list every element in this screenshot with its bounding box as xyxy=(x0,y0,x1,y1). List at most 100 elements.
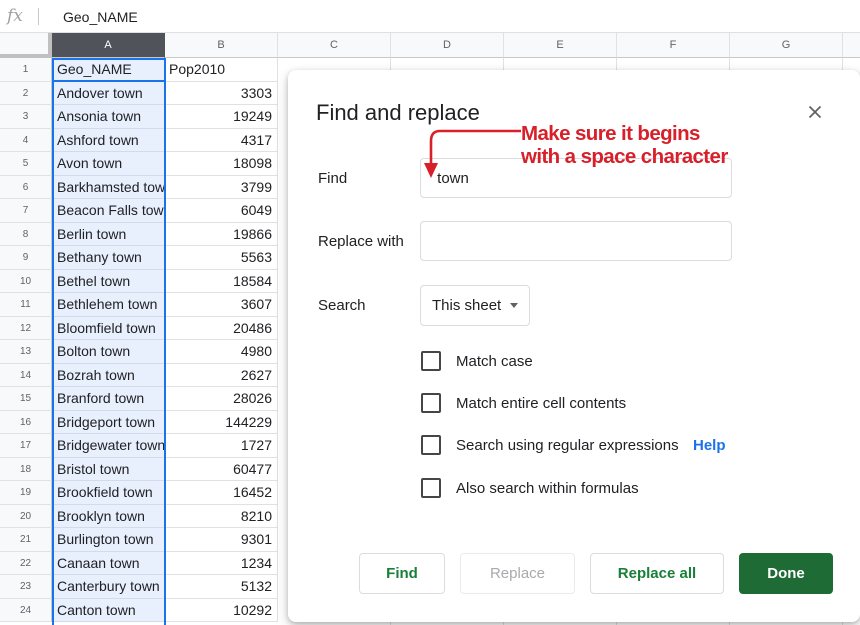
row-header[interactable]: 20 xyxy=(0,504,52,528)
row-header[interactable]: 6 xyxy=(0,175,52,199)
column-header-next[interactable] xyxy=(843,33,860,58)
cell-geo-name[interactable]: Bristol town xyxy=(52,457,165,481)
row-header[interactable]: 24 xyxy=(0,598,52,622)
cell-pop2010[interactable]: 5563 xyxy=(165,246,278,270)
row-header[interactable]: 1 xyxy=(0,58,52,82)
cell-geo-name[interactable]: Bethlehem town xyxy=(52,293,165,317)
cell-geo-name[interactable]: Canterbury town xyxy=(52,575,165,599)
row-header[interactable]: 3 xyxy=(0,105,52,129)
cell-geo-name[interactable]: Bridgewater town xyxy=(52,434,165,458)
replace-button[interactable]: Replace xyxy=(460,553,575,594)
cell-pop2010[interactable]: 18098 xyxy=(165,152,278,176)
cell-geo-name[interactable]: Bethany town xyxy=(52,246,165,270)
row-header[interactable]: 14 xyxy=(0,363,52,387)
cell-geo-name[interactable]: Bloomfield town xyxy=(52,316,165,340)
cell-geo-name[interactable]: Beacon Falls town xyxy=(52,199,165,223)
cell-pop2010[interactable]: 20486 xyxy=(165,316,278,340)
cell-geo-name[interactable]: Brookfield town xyxy=(52,481,165,505)
annotation-arrow-icon xyxy=(424,129,521,178)
cell-geo-name[interactable]: Bozrah town xyxy=(52,363,165,387)
column-header-g[interactable]: G xyxy=(730,33,843,58)
cell-geo-name[interactable]: Canton town xyxy=(52,598,165,622)
match-entire-checkbox[interactable] xyxy=(421,393,441,413)
cell-geo-name[interactable]: Ansonia town xyxy=(52,105,165,129)
column-header-e[interactable]: E xyxy=(504,33,617,58)
search-scope-value: This sheet xyxy=(432,297,502,314)
cell-geo-name[interactable]: Branford town xyxy=(52,387,165,411)
row-header[interactable]: 8 xyxy=(0,222,52,246)
cell-pop2010[interactable]: 8210 xyxy=(165,504,278,528)
cell-pop2010[interactable]: 5132 xyxy=(165,575,278,599)
cell-pop2010[interactable]: 19866 xyxy=(165,222,278,246)
cell-pop2010[interactable]: 10292 xyxy=(165,598,278,622)
cell-pop2010[interactable]: 28026 xyxy=(165,387,278,411)
regex-label: Search using regular expressions xyxy=(456,437,679,454)
row-header[interactable]: 11 xyxy=(0,293,52,317)
cell-pop2010[interactable]: 60477 xyxy=(165,457,278,481)
annotation-line-2: with a space character xyxy=(521,145,728,168)
regex-help-link[interactable]: Help xyxy=(693,437,726,454)
row-header[interactable]: 15 xyxy=(0,387,52,411)
cell-geo-name[interactable]: Berlin town xyxy=(52,222,165,246)
close-button[interactable] xyxy=(803,100,827,124)
cell-pop2010[interactable]: 1234 xyxy=(165,551,278,575)
cell-geo-name[interactable]: Bridgeport town xyxy=(52,410,165,434)
cell-geo-name[interactable]: Burlington town xyxy=(52,528,165,552)
cell-pop2010[interactable]: 1727 xyxy=(165,434,278,458)
cell-pop2010[interactable]: 9301 xyxy=(165,528,278,552)
cell-pop2010[interactable]: 3607 xyxy=(165,293,278,317)
column-header-f[interactable]: F xyxy=(617,33,730,58)
search-scope-dropdown[interactable]: This sheet xyxy=(420,285,530,326)
regex-checkbox[interactable] xyxy=(421,435,441,455)
cell-pop2010[interactable]: 6049 xyxy=(165,199,278,223)
cell-pop2010[interactable]: 16452 xyxy=(165,481,278,505)
replace-with-input[interactable] xyxy=(420,221,732,261)
row-header[interactable]: 16 xyxy=(0,410,52,434)
cell-geo-name[interactable]: Canaan town xyxy=(52,551,165,575)
cell-geo-name[interactable]: Ashford town xyxy=(52,128,165,152)
match-case-checkbox[interactable] xyxy=(421,351,441,371)
row-header[interactable]: 7 xyxy=(0,199,52,223)
column-header-d[interactable]: D xyxy=(391,33,504,58)
row-header[interactable]: 21 xyxy=(0,528,52,552)
cell-pop2010[interactable]: 3303 xyxy=(165,81,278,105)
row-header[interactable]: 18 xyxy=(0,457,52,481)
cell-geo-name[interactable]: Andover town xyxy=(52,81,165,105)
formula-bar-divider xyxy=(38,8,39,25)
formula-bar-value[interactable]: Geo_NAME xyxy=(63,9,138,25)
cell-pop2010[interactable]: 2627 xyxy=(165,363,278,387)
cell-geo-name[interactable]: Brooklyn town xyxy=(52,504,165,528)
row-header[interactable]: 2 xyxy=(0,81,52,105)
row-header[interactable]: 4 xyxy=(0,128,52,152)
cell-pop2010[interactable]: 4317 xyxy=(165,128,278,152)
column-header-b[interactable]: B xyxy=(165,33,278,58)
column-header-a[interactable]: A xyxy=(52,33,165,58)
select-all-corner[interactable] xyxy=(0,33,52,58)
row-header[interactable]: 10 xyxy=(0,269,52,293)
annotation-callout: Make sure it begins with a space charact… xyxy=(521,122,728,168)
row-header[interactable]: 17 xyxy=(0,434,52,458)
cell-pop2010[interactable]: 144229 xyxy=(165,410,278,434)
cell-geo-name[interactable]: Bethel town xyxy=(52,269,165,293)
find-button[interactable]: Find xyxy=(359,553,445,594)
formulas-checkbox[interactable] xyxy=(421,478,441,498)
cell-geo-name[interactable]: Geo_NAME xyxy=(52,58,165,82)
row-header[interactable]: 23 xyxy=(0,575,52,599)
row-header[interactable]: 9 xyxy=(0,246,52,270)
cell-geo-name[interactable]: Avon town xyxy=(52,152,165,176)
row-header[interactable]: 13 xyxy=(0,340,52,364)
cell-pop2010[interactable]: 3799 xyxy=(165,175,278,199)
done-button[interactable]: Done xyxy=(739,553,833,594)
cell-pop2010[interactable]: 19249 xyxy=(165,105,278,129)
cell-pop2010[interactable]: 18584 xyxy=(165,269,278,293)
row-header[interactable]: 12 xyxy=(0,316,52,340)
cell-geo-name[interactable]: Barkhamsted town xyxy=(52,175,165,199)
row-header[interactable]: 22 xyxy=(0,551,52,575)
row-header[interactable]: 5 xyxy=(0,152,52,176)
column-header-c[interactable]: C xyxy=(278,33,391,58)
cell-pop2010[interactable]: 4980 xyxy=(165,340,278,364)
cell-pop2010[interactable]: Pop2010 xyxy=(165,58,278,82)
cell-geo-name[interactable]: Bolton town xyxy=(52,340,165,364)
row-header[interactable]: 19 xyxy=(0,481,52,505)
replace-all-button[interactable]: Replace all xyxy=(590,553,724,594)
